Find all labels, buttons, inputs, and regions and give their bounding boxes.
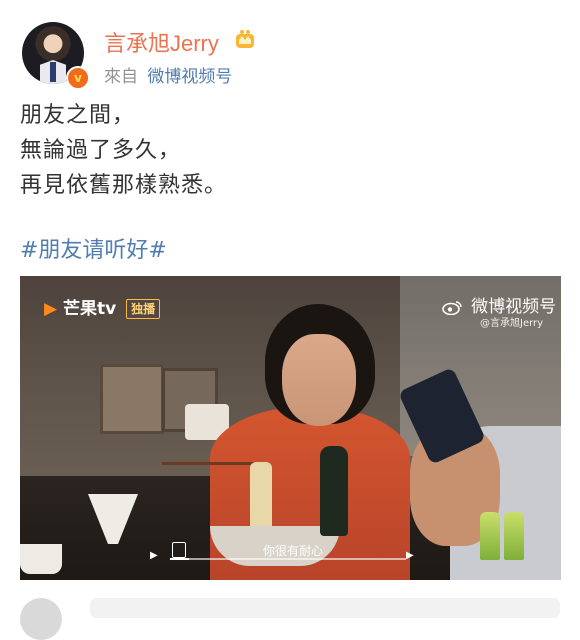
channel-name: 芒果tv bbox=[63, 299, 117, 319]
post-header: v 言承旭Jerry 來自 微博视频号 bbox=[22, 22, 562, 90]
drink-bottles bbox=[480, 512, 540, 562]
watermark-handle: @言承旭Jerry bbox=[480, 318, 544, 329]
progress-end-icon: ▶ bbox=[406, 550, 414, 561]
cup bbox=[20, 544, 62, 574]
username[interactable]: 言承旭Jerry bbox=[104, 26, 219, 58]
channel-logo: ▶ 芒果tv 独播 bbox=[44, 294, 161, 319]
next-post-bar bbox=[90, 598, 560, 618]
source-link[interactable]: 微博视频号 bbox=[147, 67, 232, 87]
person-face bbox=[282, 334, 356, 426]
post-source: 來自 微博视频号 bbox=[104, 62, 232, 87]
channel-tag: 独播 bbox=[126, 299, 161, 319]
avatar-tie bbox=[50, 62, 56, 82]
video-subtitle: 你很有耐心 bbox=[263, 544, 324, 558]
hashtag-link[interactable]: #朋友请听好# bbox=[20, 232, 167, 264]
mango-icon: ▶ bbox=[44, 299, 58, 319]
post-text: 朋友之間， 無論過了多久， 再見依舊那樣熟悉。 bbox=[20, 98, 560, 203]
drink-bottle bbox=[504, 512, 524, 560]
verified-badge-icon: v bbox=[66, 66, 90, 90]
progress-fill bbox=[170, 558, 189, 560]
play-icon[interactable]: ▶ bbox=[150, 550, 158, 561]
drink-bottle bbox=[480, 512, 500, 560]
weibo-icon bbox=[442, 300, 462, 315]
post-text-line: 無論過了多久， bbox=[20, 138, 182, 163]
chopsticks bbox=[162, 462, 256, 465]
scene-picture-frame bbox=[100, 364, 164, 434]
weibo-watermark: 微博视频号 @言承旭Jerry bbox=[442, 292, 556, 329]
bottle bbox=[320, 446, 348, 536]
video-player[interactable]: ▶ 芒果tv 独播 微博视频号 @言承旭Jerry ▶ ▶ 你很有耐心 bbox=[20, 276, 561, 580]
post-text-line: 再見依舊那樣熟悉。 bbox=[20, 173, 228, 198]
fullscreen-icon[interactable] bbox=[172, 542, 186, 558]
source-prefix: 來自 bbox=[104, 67, 138, 87]
next-post-avatar[interactable] bbox=[20, 598, 62, 640]
crown-icon bbox=[236, 30, 254, 48]
post-text-line: 朋友之間， bbox=[20, 103, 136, 128]
